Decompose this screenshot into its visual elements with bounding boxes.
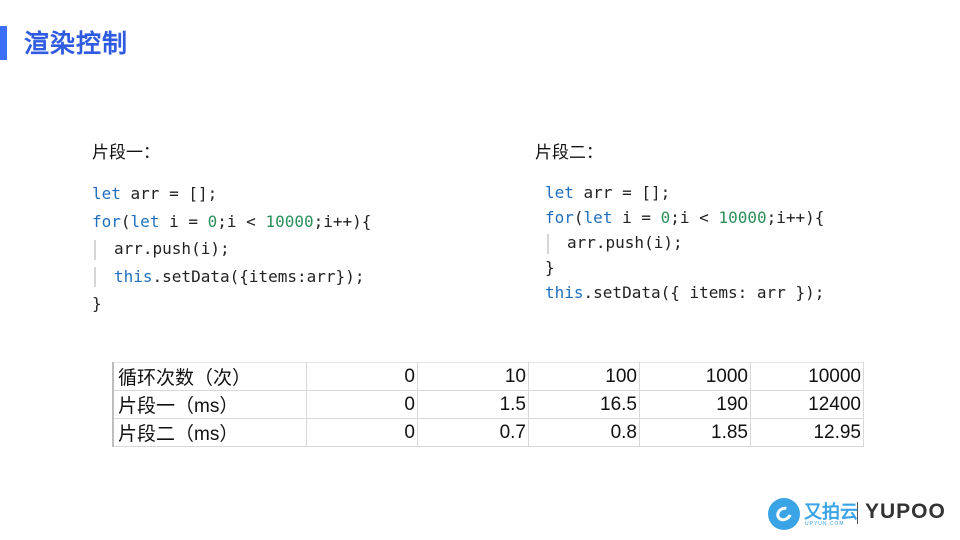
table-cell: 1000 [639,362,751,391]
indent-guide [547,233,549,254]
table-cell: 100 [528,362,640,391]
code-line: } [92,294,102,313]
code-line: let arr = []; [92,184,218,203]
table-cell: 0 [306,390,418,419]
yupoo-logo-text: YUPOO [865,500,946,523]
table-cell: 10 [417,362,529,391]
row-header: 片段二（ms） [112,418,307,447]
code-line: this.setData({ items: arr }); [545,283,825,302]
title-accent-bar [0,26,7,60]
code-line: this.setData({items:arr}); [92,263,371,291]
code-line: } [545,258,555,277]
table-cell: 1.85 [639,418,751,447]
table-cell: 0 [306,362,418,391]
table-cell: 10000 [750,362,864,391]
code-line: arr.push(i); [545,230,824,255]
snippet-2-label: 片段二： [535,143,603,163]
table-row: 循环次数（次） 0 10 100 1000 10000 [112,362,864,391]
results-table: 循环次数（次） 0 10 100 1000 10000 片段一（ms） 0 1.… [112,362,864,447]
code-block-1: let arr = []; for(let i = 0;i < 10000;i++… [92,180,371,318]
row-header: 片段一（ms） [112,390,307,419]
table-row: 片段一（ms） 0 1.5 16.5 190 12400 [112,390,864,419]
logo-divider [857,502,858,524]
table-cell: 12400 [750,390,864,419]
code-line: for(let i = 0;i < 10000;i++){ [92,211,372,231]
table-cell: 16.5 [528,390,640,419]
logo-sub-text: UPYUN.COM [805,521,845,527]
brand-logo: 又拍云 UPYUN.COM YUPOO [768,496,948,532]
page-title: 渲染控制 [24,29,129,58]
code-block-2: let arr = []; for(let i = 0;i < 10000;i++… [545,180,824,305]
snippet-1-label: 片段一： [92,143,160,163]
code-line: for(let i = 0;i < 10000;i++){ [545,208,825,227]
table-cell: 0.8 [528,418,640,447]
table-cell: 0.7 [417,418,529,447]
table-row: 片段二（ms） 0 0.7 0.8 1.85 12.95 [112,418,864,447]
indent-guide [94,267,96,287]
row-header: 循环次数（次） [112,362,307,391]
table-cell: 190 [639,390,751,419]
table-cell: 1.5 [417,390,529,419]
table-cell: 0 [306,418,418,447]
code-line: arr.push(i); [92,235,371,263]
indent-guide [94,239,96,260]
table-cell: 12.95 [750,418,864,447]
code-line: let arr = []; [545,183,671,202]
upyun-logo-icon [768,498,800,530]
